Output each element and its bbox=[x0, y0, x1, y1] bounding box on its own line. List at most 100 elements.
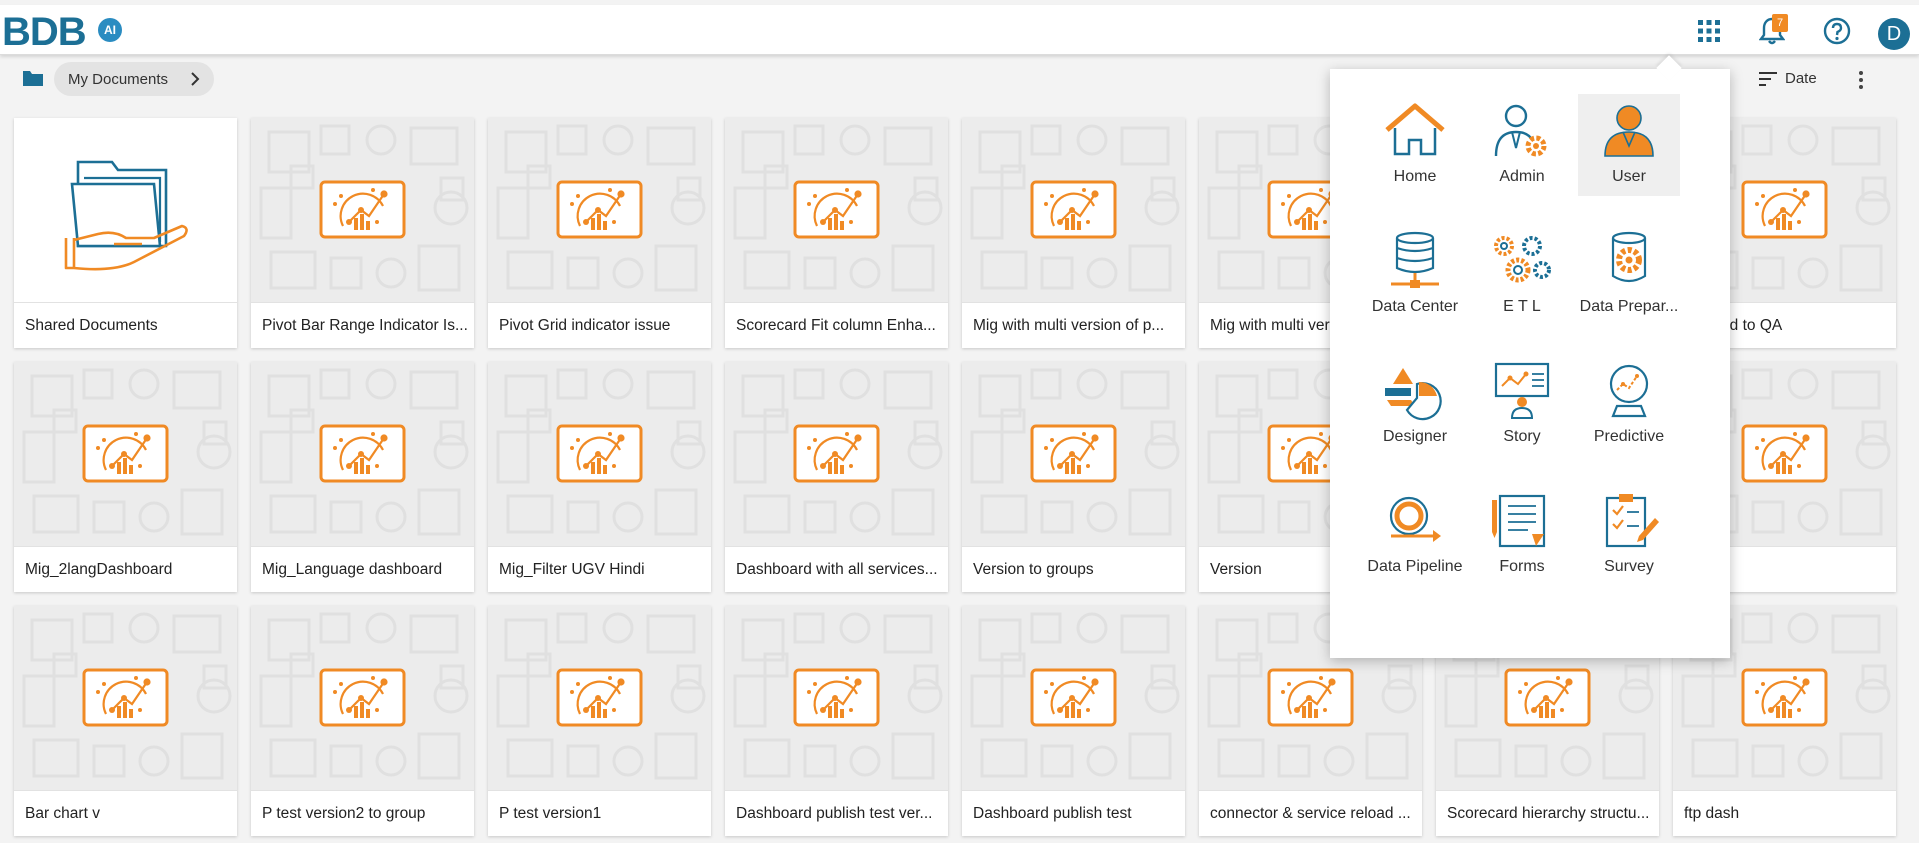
app-tile-data-prepar[interactable]: Data Prepar... bbox=[1578, 224, 1680, 326]
app-tile-admin[interactable]: Admin bbox=[1471, 94, 1573, 196]
card-thumbnail bbox=[962, 362, 1185, 546]
dashboard-thumbnail-icon bbox=[970, 368, 1180, 536]
card-title: Scorecard Fit column Enha... bbox=[725, 302, 948, 348]
app-tile-label: Predictive bbox=[1593, 428, 1665, 445]
app-tile-label: Home bbox=[1393, 168, 1437, 185]
app-tile-user[interactable]: User bbox=[1578, 94, 1680, 196]
card-thumbnail bbox=[251, 362, 474, 546]
app-tile-label: Admin bbox=[1499, 168, 1545, 185]
dashboard-card[interactable]: Mig with multi version of p... bbox=[962, 118, 1185, 348]
data-prep-icon bbox=[1611, 231, 1647, 283]
card-thumbnail bbox=[488, 362, 711, 546]
dashboard-thumbnail-icon bbox=[733, 612, 943, 780]
card-title: Shared Documents bbox=[14, 302, 237, 348]
card-title: Pivot Bar Range Indicator Is... bbox=[251, 302, 474, 348]
sort-by-button[interactable]: Date bbox=[1759, 70, 1817, 87]
dashboard-card[interactable]: P test version1 bbox=[488, 606, 711, 836]
card-thumbnail bbox=[251, 606, 474, 790]
app-tile-label: Data Pipeline bbox=[1367, 558, 1463, 575]
app-tile-survey[interactable]: Survey bbox=[1578, 484, 1680, 586]
dashboard-thumbnail-icon bbox=[733, 124, 943, 292]
sort-label: Date bbox=[1785, 70, 1817, 87]
dashboard-thumbnail-icon bbox=[22, 612, 232, 780]
forms-icon bbox=[1492, 494, 1546, 548]
dashboard-card[interactable]: Dashboard with all services... bbox=[725, 362, 948, 592]
card-thumbnail bbox=[14, 606, 237, 790]
dashboard-thumbnail-icon bbox=[259, 612, 469, 780]
card-title: Scorecard hierarchy structu... bbox=[1436, 790, 1659, 836]
folder-button[interactable] bbox=[22, 68, 46, 92]
chevron-right-icon bbox=[191, 72, 200, 86]
dashboard-thumbnail-icon bbox=[496, 368, 706, 536]
apps-grid-icon bbox=[1698, 20, 1720, 42]
breadcrumb[interactable]: My Documents bbox=[54, 62, 215, 96]
dashboard-card[interactable]: Mig_2langDashboard bbox=[14, 362, 237, 592]
more-options-button[interactable] bbox=[1855, 68, 1867, 92]
kebab-dot bbox=[1859, 71, 1863, 75]
dashboard-card[interactable]: Version to groups bbox=[962, 362, 1185, 592]
dashboard-card[interactable]: Mig_Language dashboard bbox=[251, 362, 474, 592]
app-tile-e-t-l[interactable]: E T L bbox=[1471, 224, 1573, 326]
home-icon bbox=[1385, 103, 1445, 156]
dashboard-thumbnail-icon bbox=[22, 368, 232, 536]
app-tile-label: Forms bbox=[1499, 558, 1545, 575]
app-tile-data-center[interactable]: Data Center bbox=[1364, 224, 1466, 326]
app-tile-predictive[interactable]: Predictive bbox=[1578, 354, 1680, 456]
app-tile-home[interactable]: Home bbox=[1364, 94, 1466, 196]
dashboard-card[interactable]: Dashboard publish test bbox=[962, 606, 1185, 836]
card-title: Dashboard with all services... bbox=[725, 546, 948, 592]
kebab-dot bbox=[1859, 78, 1863, 82]
help-icon bbox=[1823, 17, 1851, 45]
shared-documents-folder[interactable]: Shared Documents bbox=[14, 118, 237, 348]
app-tile-designer[interactable]: Designer bbox=[1364, 354, 1466, 456]
app-tile-label: User bbox=[1612, 168, 1646, 185]
dashboard-card[interactable]: Scorecard Fit column Enha... bbox=[725, 118, 948, 348]
card-title: P test version1 bbox=[488, 790, 711, 836]
app-tile-label: E T L bbox=[1503, 298, 1541, 315]
card-thumbnail bbox=[488, 118, 711, 302]
card-thumbnail bbox=[725, 362, 948, 546]
dashboard-thumbnail-icon bbox=[496, 612, 706, 780]
bdb-logo[interactable]: BDB AI bbox=[2, 10, 122, 54]
card-thumbnail bbox=[14, 118, 237, 302]
app-tile-label: Designer bbox=[1382, 428, 1448, 445]
dashboard-thumbnail-icon bbox=[259, 124, 469, 292]
dashboard-card[interactable]: Dashboard publish test ver... bbox=[725, 606, 948, 836]
notifications-button[interactable]: 7 bbox=[1754, 13, 1790, 49]
app-tile-data-pipeline[interactable]: Data Pipeline bbox=[1364, 484, 1466, 586]
card-title: Mig_Language dashboard bbox=[251, 546, 474, 592]
dashboard-card[interactable]: Pivot Grid indicator issue bbox=[488, 118, 711, 348]
dashboard-thumbnail-icon bbox=[970, 612, 1180, 780]
sort-icon bbox=[1759, 71, 1777, 86]
card-title: Mig_2langDashboard bbox=[14, 546, 237, 592]
card-title: Dashboard publish test bbox=[962, 790, 1185, 836]
dashboard-card[interactable]: Mig_Filter UGV Hindi bbox=[488, 362, 711, 592]
card-thumbnail bbox=[725, 118, 948, 302]
apps-grid-button[interactable] bbox=[1691, 13, 1727, 49]
survey-icon bbox=[1605, 494, 1659, 548]
app-tile-label: Story bbox=[1503, 428, 1541, 445]
logo-ai-badge: AI bbox=[98, 18, 122, 42]
card-title: Pivot Grid indicator issue bbox=[488, 302, 711, 348]
dashboard-card[interactable]: P test version2 to group bbox=[251, 606, 474, 836]
user-avatar[interactable]: D bbox=[1878, 18, 1910, 50]
card-thumbnail bbox=[488, 606, 711, 790]
card-thumbnail bbox=[962, 606, 1185, 790]
gears-icon bbox=[1494, 236, 1551, 283]
breadcrumb-current: My Documents bbox=[68, 70, 169, 88]
card-title: Mig with multi version of p... bbox=[962, 302, 1185, 348]
kebab-dot bbox=[1859, 85, 1863, 89]
logo-text: BDB bbox=[2, 10, 87, 54]
app-tile-story[interactable]: Story bbox=[1471, 354, 1573, 456]
card-title: Bar chart v bbox=[14, 790, 237, 836]
dashboard-card[interactable]: Pivot Bar Range Indicator Is... bbox=[251, 118, 474, 348]
designer-icon bbox=[1385, 368, 1442, 421]
card-title: connector & service reload ... bbox=[1199, 790, 1422, 836]
dashboard-card[interactable]: Bar chart v bbox=[14, 606, 237, 836]
app-tile-forms[interactable]: Forms bbox=[1471, 484, 1573, 586]
dashboard-thumbnail-icon bbox=[496, 124, 706, 292]
card-title: Mig_Filter UGV Hindi bbox=[488, 546, 711, 592]
apps-menu-popup: Home Admin User Data Center E T L Data Prepar… bbox=[1330, 69, 1730, 658]
help-button[interactable] bbox=[1819, 13, 1855, 49]
card-title: P test version2 to group bbox=[251, 790, 474, 836]
